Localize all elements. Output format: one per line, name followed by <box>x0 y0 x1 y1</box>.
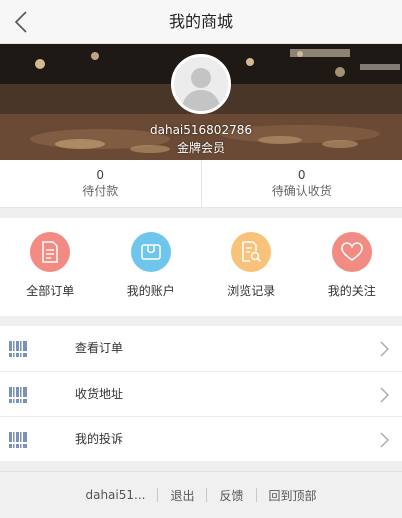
page-title: 我的商城 <box>168 12 233 31</box>
order-stats: 0 待付款 0 待确认收货 <box>0 160 402 208</box>
pending-payment-count: 0 <box>96 168 105 182</box>
my-favorites-shortcut[interactable]: 我的关注 <box>302 218 402 316</box>
barcode-icon <box>9 432 27 448</box>
menu-list: 查看订单 收货地址 我的投诉 <box>0 326 402 461</box>
all-orders-label: 全部订单 <box>26 284 75 298</box>
my-favorites-label: 我的关注 <box>327 284 376 298</box>
list-item-my-complaints[interactable]: 我的投诉 <box>0 416 402 461</box>
top-bar: 我的商城 <box>0 0 402 44</box>
chevron-right-icon <box>380 341 389 357</box>
document-icon <box>30 232 71 272</box>
browse-history-label: 浏览记录 <box>227 284 276 298</box>
browse-history-shortcut[interactable]: 浏览记录 <box>201 218 302 316</box>
list-item-view-orders[interactable]: 查看订单 <box>0 326 402 371</box>
back-to-top-link[interactable]: 回到顶部 <box>257 487 329 504</box>
wallet-icon <box>130 232 171 272</box>
user-avatar[interactable] <box>171 54 231 114</box>
shortcut-grid: 全部订单 我的账户 浏览记录 我的关注 <box>0 218 402 316</box>
username: dahai516802786 <box>150 123 252 137</box>
my-account-label: 我的账户 <box>126 284 175 298</box>
chevron-right-icon <box>380 432 389 448</box>
logout-link[interactable]: 退出 <box>158 487 206 504</box>
footer-username-link[interactable]: dahai51... <box>73 488 157 502</box>
footer-bar: dahai51... 退出 反馈 回到顶部 <box>0 471 402 518</box>
pending-receipt-label: 待确认收货 <box>271 184 332 198</box>
heart-icon <box>331 232 372 272</box>
my-account-shortcut[interactable]: 我的账户 <box>101 218 202 316</box>
profile-banner: dahai516802786 金牌会员 <box>0 44 402 160</box>
member-level: 金牌会员 <box>176 141 225 155</box>
shipping-address-label: 收货地址 <box>75 387 124 401</box>
pending-payment-stat[interactable]: 0 待付款 <box>0 160 201 207</box>
all-orders-shortcut[interactable]: 全部订单 <box>0 218 101 316</box>
pending-payment-label: 待付款 <box>82 184 119 198</box>
chevron-right-icon <box>380 387 389 403</box>
my-complaints-label: 我的投诉 <box>75 432 124 446</box>
view-orders-label: 查看订单 <box>75 341 124 355</box>
pending-receipt-count: 0 <box>297 168 306 182</box>
barcode-icon <box>9 341 27 357</box>
barcode-icon <box>9 387 27 403</box>
user-avatar-icon <box>174 57 228 111</box>
feedback-link[interactable]: 反馈 <box>207 487 255 504</box>
history-search-icon <box>231 232 272 272</box>
list-item-shipping-address[interactable]: 收货地址 <box>0 371 402 416</box>
pending-receipt-stat[interactable]: 0 待确认收货 <box>200 160 402 207</box>
